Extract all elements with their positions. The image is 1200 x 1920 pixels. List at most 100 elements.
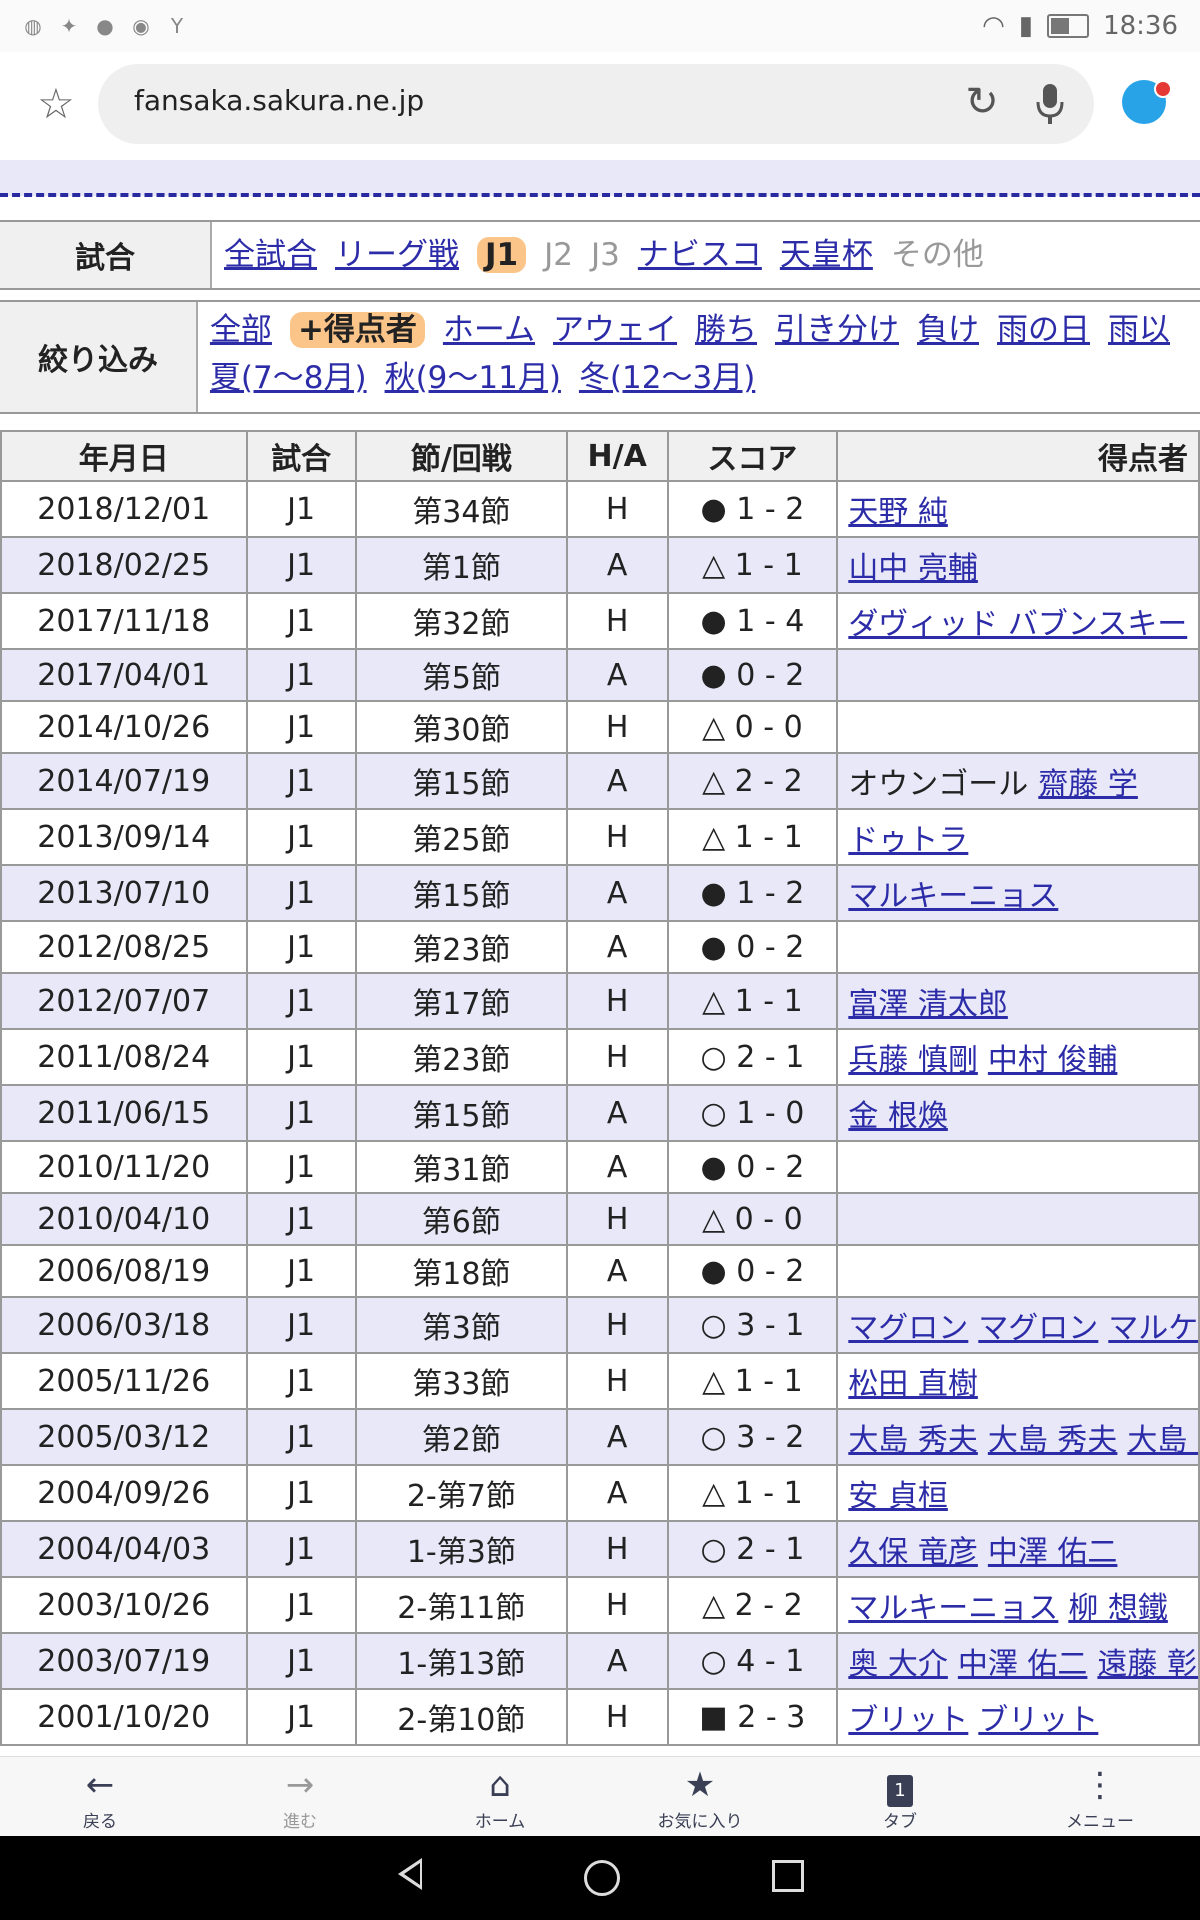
nav-item-more-vert[interactable]: ⋮ メニュー — [1000, 1757, 1200, 1837]
narrow-filter-option-link[interactable]: 全部 — [210, 312, 272, 348]
match-filter-label: 試合 — [0, 222, 212, 288]
reload-icon[interactable]: ↻ — [960, 80, 1004, 124]
nav-item-tab-count[interactable]: 1 タブ — [800, 1757, 1000, 1837]
score-cell: ○ 2 - 1 — [666, 1028, 839, 1086]
col-header-ha: H/A — [565, 430, 669, 482]
match-filter-option-link[interactable]: 天皇杯 — [780, 237, 873, 273]
home-away-cell: A — [565, 1140, 669, 1194]
round-cell: 第34節 — [354, 480, 568, 538]
narrow-filter-option-link[interactable]: 勝ち — [695, 312, 757, 348]
narrow-filter-option-link[interactable]: 秋(9〜11月) — [385, 360, 561, 396]
scorer-link[interactable]: マグロン — [848, 1311, 968, 1346]
match-cell: J1 — [245, 1632, 357, 1690]
narrow-filter-option-selected[interactable]: +得点者 — [289, 312, 425, 348]
scorer-link[interactable]: 大島 秀夫 — [848, 1423, 978, 1458]
system-nav-bar — [0, 1836, 1200, 1920]
microphone-icon[interactable] — [1030, 80, 1070, 128]
scorer-link[interactable]: 中澤 佑二 — [988, 1535, 1118, 1570]
system-home-icon[interactable] — [584, 1860, 620, 1896]
scorer-link[interactable]: マグロン — [978, 1311, 1098, 1346]
nav-item-arrow-left[interactable]: ← 戻る — [0, 1757, 200, 1837]
match-filter-option-link[interactable]: ナビスコ — [638, 237, 762, 273]
scorer-link[interactable]: 安 貞桓 — [848, 1479, 948, 1514]
scorers-cell: 大島 秀夫大島 秀夫大島 秀 — [836, 1408, 1200, 1466]
scorer-link[interactable]: 山中 亮輔 — [848, 551, 978, 586]
narrow-filter-option-link[interactable]: 雨の日 — [997, 312, 1090, 348]
date-cell: 2018/02/25 — [0, 536, 248, 594]
table-row: 2014/10/26 J1 第30節 H △ 0 - 0 — [0, 700, 1200, 754]
scorer-link[interactable]: マルキーニョス — [848, 1591, 1058, 1626]
scorer-link[interactable]: マルケ — [1108, 1311, 1197, 1346]
home-away-cell: A — [565, 1084, 669, 1142]
date-cell: 2006/08/19 — [0, 1244, 248, 1298]
match-filter-option-link[interactable]: 全試合 — [224, 237, 317, 273]
match-filter-option-disabled: その他 — [890, 237, 984, 273]
home-away-cell: A — [565, 536, 669, 594]
score-cell: ■ 2 - 3 — [666, 1688, 839, 1746]
home-away-cell: H — [565, 480, 669, 538]
match-filter-option-link[interactable]: リーグ戦 — [335, 237, 459, 273]
system-recents-icon[interactable] — [772, 1860, 804, 1892]
system-back-icon[interactable] — [398, 1858, 422, 1890]
scorer-link[interactable]: 中澤 佑二 — [958, 1647, 1088, 1682]
status-bar: ◍ ✦ ● ◉ Y ◠ ▮ 18:36 — [0, 0, 1200, 52]
narrow-filter-option-link[interactable]: アウェイ — [553, 312, 677, 348]
narrow-filter-option-link[interactable]: 冬(12〜3月) — [579, 360, 755, 396]
narrow-filter-option-link[interactable]: 雨以 — [1108, 312, 1170, 348]
round-cell: 1-第13節 — [354, 1632, 568, 1690]
match-filter-option-selected[interactable]: J1 — [477, 237, 527, 273]
scorer-link[interactable]: 柳 想鐵 — [1068, 1591, 1168, 1626]
date-cell: 2004/09/26 — [0, 1464, 248, 1522]
scorer-link[interactable]: 久保 竜彦 — [848, 1535, 978, 1570]
scorer-link[interactable]: 中村 俊輔 — [988, 1043, 1118, 1078]
nav-item-arrow-right: → 進む — [200, 1757, 400, 1837]
scorer-link[interactable]: 金 根煥 — [848, 1099, 948, 1134]
home-away-cell: A — [565, 1408, 669, 1466]
nav-item-bookmark-star[interactable]: ★ お気に入り — [600, 1757, 800, 1837]
scorer-link[interactable]: 兵藤 慎剛 — [848, 1043, 978, 1078]
narrow-filter-option-link[interactable]: 引き分け — [775, 312, 899, 348]
scorers-cell: 山中 亮輔 — [836, 536, 1200, 594]
match-filter-option-disabled: J3 — [590, 237, 620, 273]
scorer-link[interactable]: ドゥトラ — [848, 823, 968, 858]
narrow-filter-option-link[interactable]: 夏(7〜8月) — [210, 360, 367, 396]
table-header-row: 年月日 試合 節/回戦 H/A スコア 得点者 — [0, 430, 1200, 482]
scorers-cell: マルキーニョス — [836, 864, 1200, 922]
narrow-filter-option-link[interactable]: 負け — [917, 312, 979, 348]
date-cell: 2010/04/10 — [0, 1192, 248, 1246]
nav-label: ホーム — [474, 1812, 526, 1832]
scorer-link[interactable]: 遠藤 彰弘 — [1097, 1647, 1197, 1682]
scorer-link[interactable]: 奥 大介 — [848, 1647, 948, 1682]
nav-label: 進む — [283, 1812, 317, 1832]
scorer-link[interactable]: ブリット — [848, 1703, 968, 1738]
system-indicators: ◠ ▮ 18:36 — [982, 0, 1178, 52]
home-away-cell: H — [565, 1576, 669, 1634]
scorers-cell: 奥 大介中澤 佑二遠藤 彰弘 — [836, 1632, 1200, 1690]
col-header-date: 年月日 — [0, 430, 248, 482]
scorer-link[interactable]: 松田 直樹 — [848, 1367, 978, 1402]
date-cell: 2005/03/12 — [0, 1408, 248, 1466]
scorer-link[interactable]: 大島 秀夫 — [988, 1423, 1118, 1458]
bookmark-star-icon[interactable]: ☆ — [34, 82, 78, 126]
scorer-link[interactable]: 大島 秀 — [1127, 1423, 1197, 1458]
match-cell: J1 — [245, 920, 357, 974]
scorers-cell: 久保 竜彦 中澤 佑二 — [836, 1520, 1200, 1578]
scorer-link[interactable]: 齋藤 学 — [1038, 767, 1138, 802]
url-text[interactable]: fansaka.sakura.ne.jp — [134, 84, 424, 117]
page-content: 試合 全試合 リーグ戦 J1 J2 J3 ナビスコ 天皇杯 その他 絞り込み 全部 +得点者 ホー… — [0, 160, 1200, 1756]
home-away-cell: A — [565, 752, 669, 810]
table-row: 2014/07/19 J1 第15節 A △ 2 - 2 オウンゴール 齋藤 学 — [0, 752, 1200, 810]
nav-item-home[interactable]: ⌂ ホーム — [400, 1757, 600, 1837]
address-bar[interactable]: fansaka.sakura.ne.jp ↻ — [98, 64, 1094, 144]
scorer-link[interactable]: 富澤 清太郎 — [848, 987, 1008, 1022]
narrow-filter-option-link[interactable]: ホーム — [443, 312, 535, 348]
scorer-link[interactable]: ブリット — [978, 1703, 1098, 1738]
scorer-link[interactable]: マルキーニョス — [848, 879, 1058, 914]
date-cell: 2004/04/03 — [0, 1520, 248, 1578]
date-cell: 2011/08/24 — [0, 1028, 248, 1086]
scorers-cell: 兵藤 慎剛 中村 俊輔 — [836, 1028, 1200, 1086]
scorer-link[interactable]: ダヴィッド バブンスキー — [848, 607, 1187, 642]
scorer-link[interactable]: 天野 純 — [848, 495, 948, 530]
table-row: 2012/08/25 J1 第23節 A ● 0 - 2 — [0, 920, 1200, 974]
own-goal-label: オウンゴール — [848, 767, 1029, 802]
